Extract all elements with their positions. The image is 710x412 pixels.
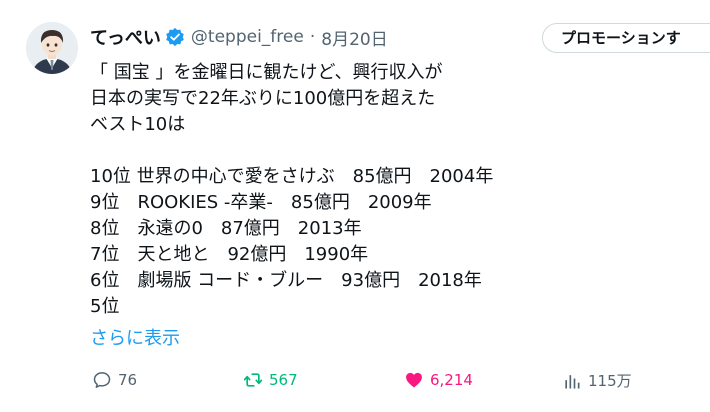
tweet-text: 「 国宝 」を金曜日に観たけど、興行収入が 日本の実写で22年ぶりに100億円を… [90, 60, 690, 320]
retweet-icon [243, 373, 263, 387]
view-count: 115万 [588, 372, 632, 390]
reply-icon [93, 372, 111, 388]
tweet-text-line [90, 138, 690, 164]
views-button[interactable]: 115万 [562, 370, 632, 391]
promotion-button[interactable]: プロモーションす [542, 23, 710, 53]
action-bar: 76 567 6,214 115万 [0, 370, 710, 394]
tweet-text-line: 10位 世界の中心で愛をさけぶ 85億円 2004年 [90, 166, 494, 187]
retweet-button[interactable]: 567 [243, 370, 298, 390]
tweet-text-line: 5位 [90, 296, 120, 317]
tweet-text-line: ベスト10は [90, 114, 186, 135]
handle[interactable]: @teppei_free [191, 27, 304, 47]
tweet-card[interactable]: てっぺい @teppei_free · 8月20日 プロモーションす 「 国宝 … [0, 0, 710, 412]
like-button[interactable]: 6,214 [404, 370, 473, 390]
verified-badge-icon [165, 27, 185, 47]
display-name[interactable]: てっぺい [90, 24, 161, 50]
show-more-link[interactable]: さらに表示 [90, 324, 180, 350]
like-count: 6,214 [430, 371, 473, 389]
tweet-text-line: 日本の実写で22年ぶりに100億円を超えた [90, 88, 436, 109]
reply-count: 76 [118, 371, 138, 389]
heart-icon [406, 372, 422, 388]
tweet-text-line: 7位 天と地と 92億円 1990年 [90, 244, 369, 265]
avatar[interactable] [26, 22, 78, 74]
post-date[interactable]: 8月20日 [321, 25, 387, 50]
tweet-text-line: 「 国宝 」を金曜日に観たけど、興行収入が [90, 62, 443, 83]
reply-button[interactable]: 76 [92, 370, 137, 390]
tweet-text-line: 8位 永遠の0 87億円 2013年 [90, 218, 362, 239]
tweet-text-line: 6位 劇場版 コード・ブルー 93億円 2018年 [90, 270, 482, 291]
retweet-count: 567 [269, 371, 298, 389]
views-icon [565, 374, 580, 388]
avatar-illustration [26, 22, 78, 74]
tweet-header: てっぺい @teppei_free · 8月20日 [90, 22, 388, 52]
separator-dot: · [309, 27, 316, 47]
tweet-text-line: 9位 ROOKIES -卒業- 85億円 2009年 [90, 192, 432, 213]
